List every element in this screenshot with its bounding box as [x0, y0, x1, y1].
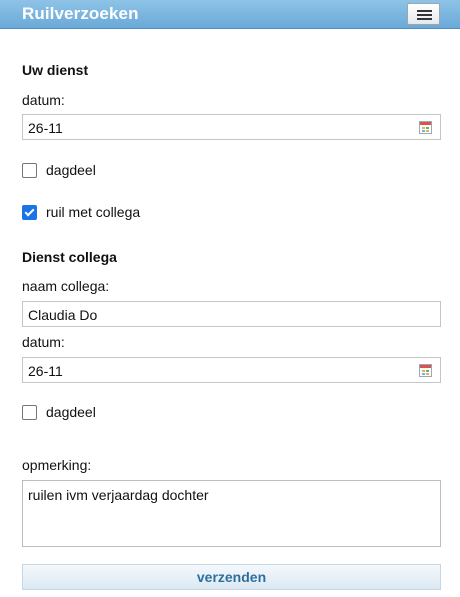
calendar-icon[interactable]: [419, 121, 432, 134]
own-part-of-day-label: dagdeel: [46, 162, 96, 178]
own-shift-title: Uw dienst: [22, 62, 89, 78]
colleague-date-value: 26-11: [28, 363, 63, 379]
colleague-name-input[interactable]: Claudia Do: [22, 301, 441, 327]
own-date-label: datum:: [22, 92, 65, 108]
colleague-shift-title: Dienst collega: [22, 249, 117, 265]
swap-with-colleague-checkbox[interactable]: [22, 205, 37, 220]
page-title: Ruilverzoeken: [22, 4, 139, 23]
remark-value: ruilen ivm verjaardag dochter: [28, 487, 209, 503]
colleague-date-label: datum:: [22, 334, 65, 350]
own-date-input[interactable]: 26-11: [22, 114, 441, 140]
own-date-value: 26-11: [28, 120, 63, 136]
app-header: Ruilverzoeken: [0, 0, 460, 29]
checkmark-icon: [24, 206, 35, 217]
colleague-part-of-day-checkbox[interactable]: [22, 405, 37, 420]
colleague-date-input[interactable]: 26-11: [22, 357, 441, 383]
colleague-name-value: Claudia Do: [28, 307, 98, 323]
submit-button[interactable]: verzenden: [22, 564, 441, 590]
menu-button[interactable]: [407, 3, 440, 25]
calendar-icon[interactable]: [419, 364, 432, 377]
swap-with-colleague-label: ruil met collega: [46, 204, 141, 220]
submit-label: verzenden: [196, 569, 267, 585]
colleague-name-label: naam collega:: [22, 278, 110, 294]
remark-label: opmerking:: [22, 457, 92, 473]
colleague-part-of-day-label: dagdeel: [46, 404, 96, 420]
remark-textarea[interactable]: ruilen ivm verjaardag dochter: [22, 480, 441, 547]
own-part-of-day-checkbox[interactable]: [22, 163, 37, 178]
